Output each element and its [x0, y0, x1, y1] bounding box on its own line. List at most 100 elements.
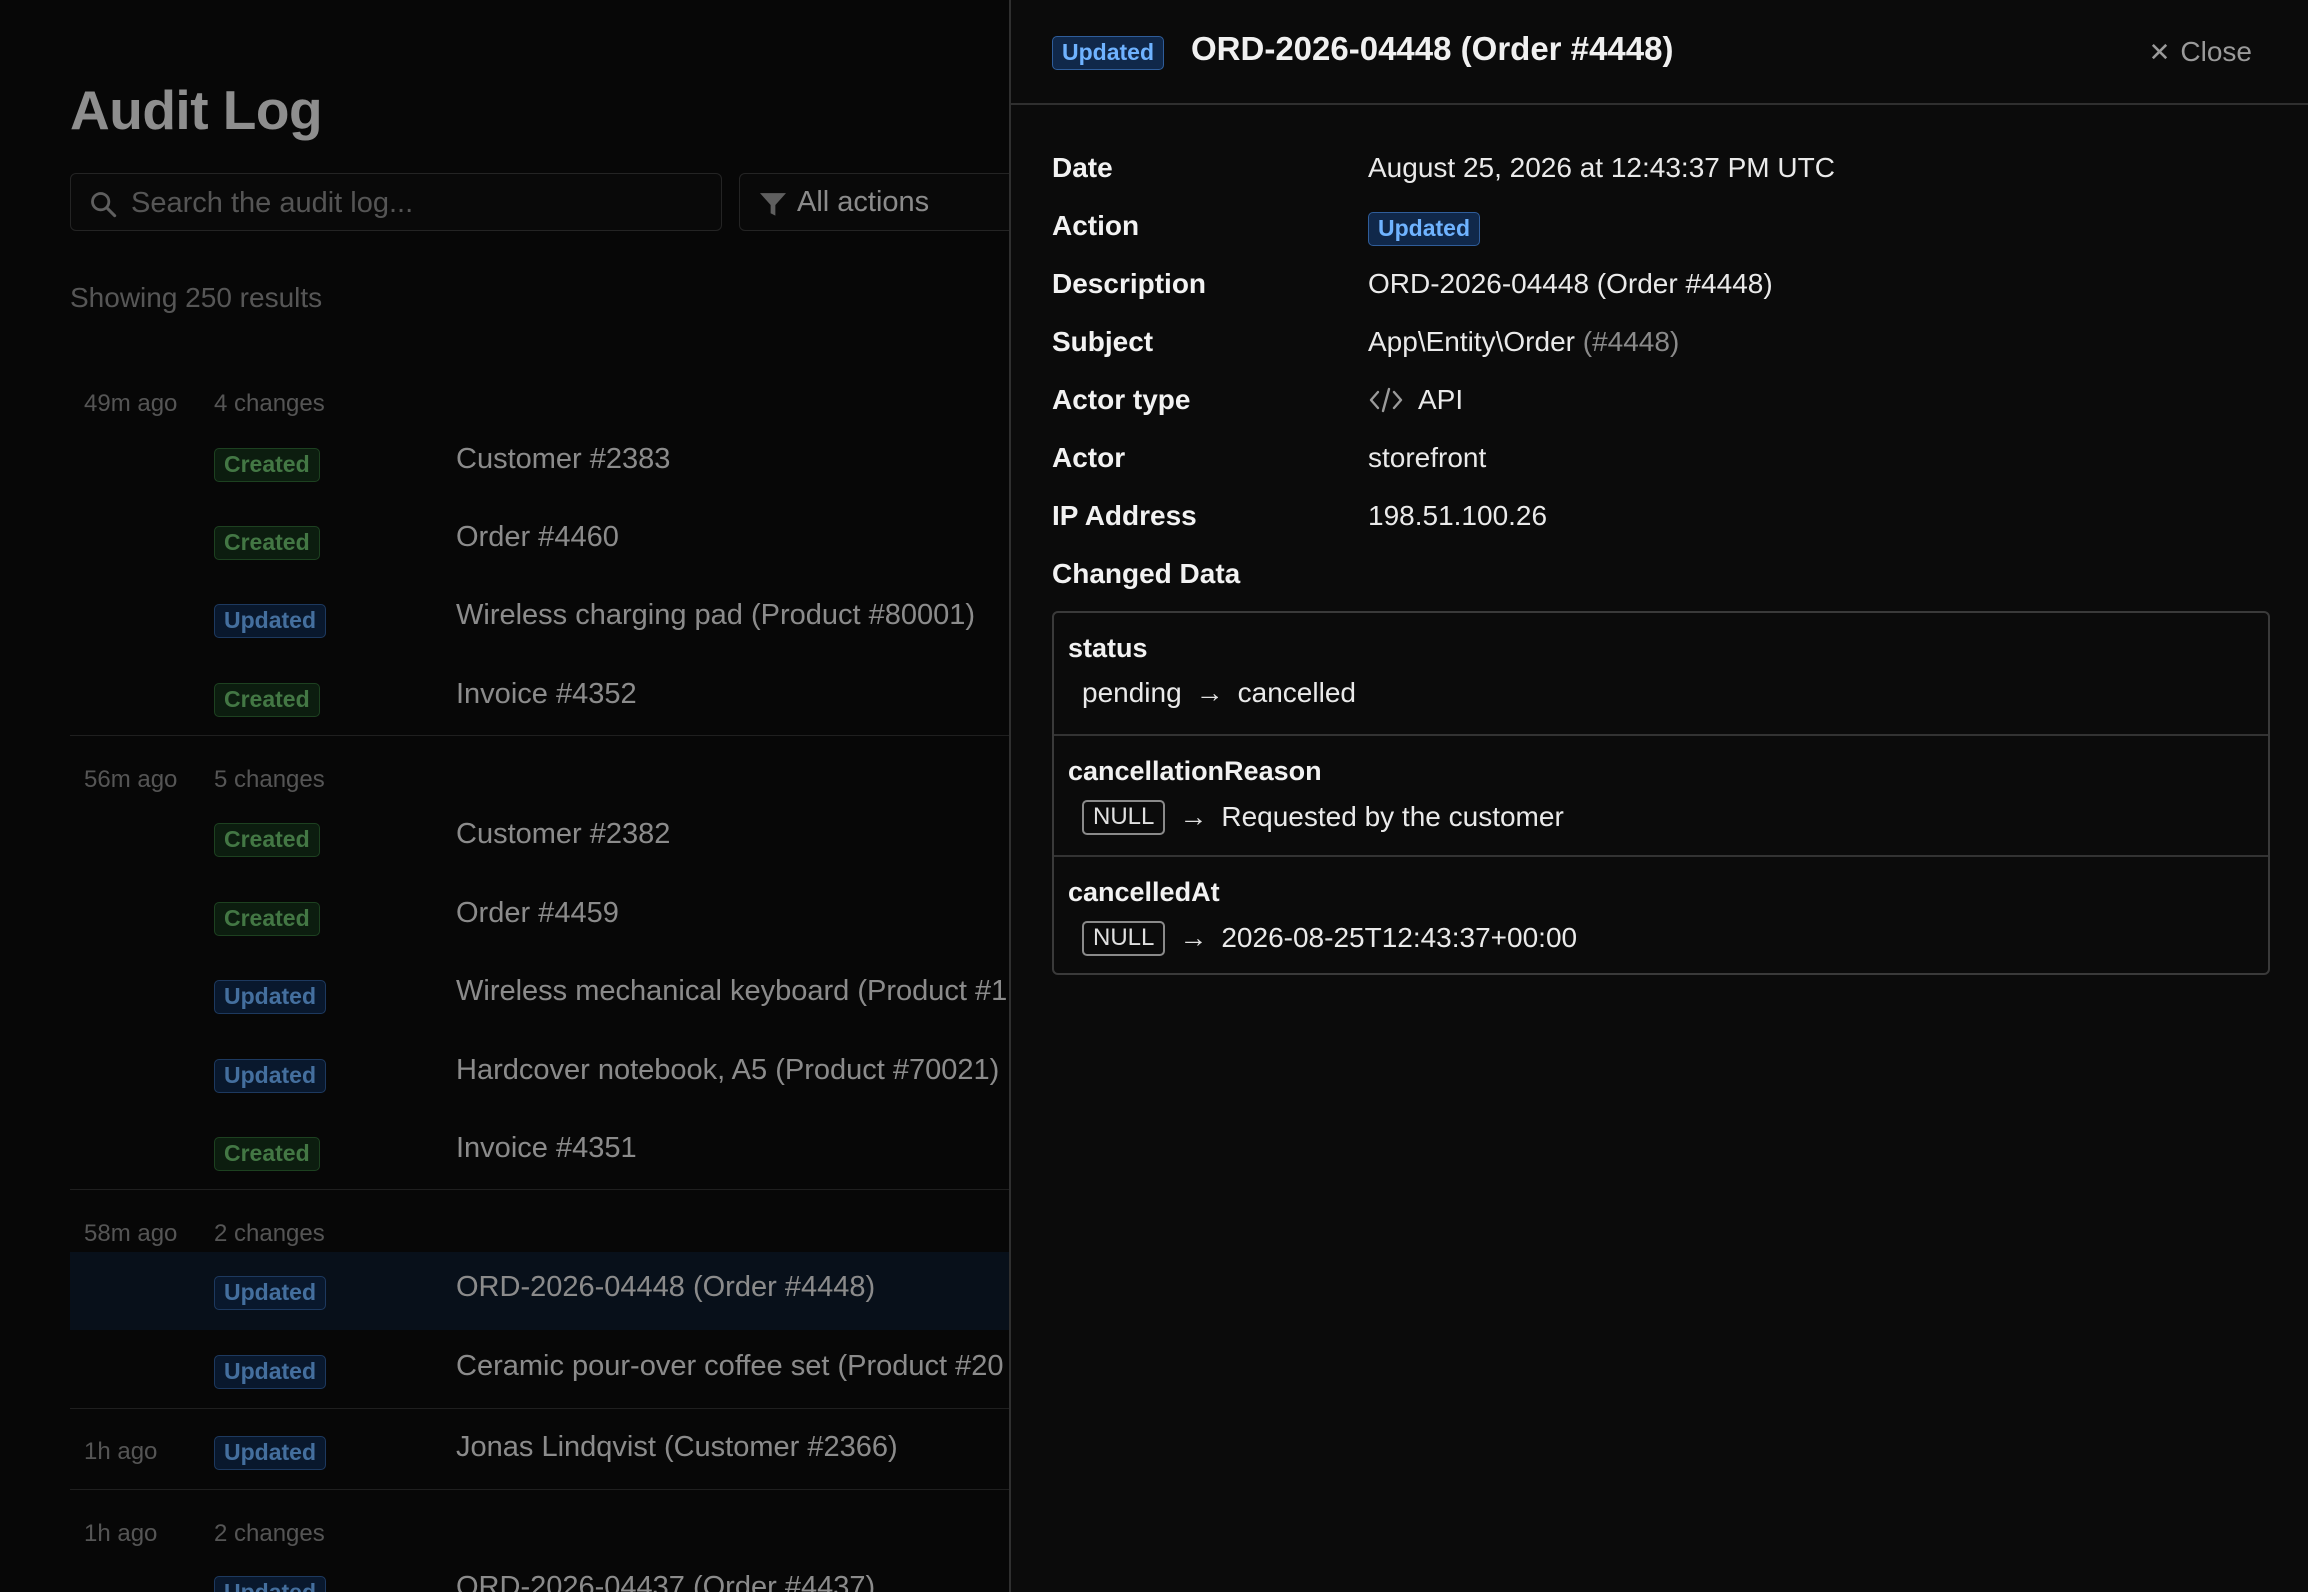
group-time: 1h ago — [84, 1520, 158, 1547]
subject-class: App\Entity\Order — [1368, 326, 1575, 357]
audit-row[interactable]: Updated ORD-2026-04437 (Order #4437) — [70, 1552, 1010, 1592]
audit-row[interactable]: Created Order #4460 — [70, 502, 1010, 580]
action-badge: Created — [214, 683, 320, 718]
group-divider — [70, 1408, 1010, 1409]
audit-description: Wireless charging pad (Product #80001) — [456, 599, 976, 631]
action-badge: Updated — [214, 1436, 326, 1471]
change-from: pending — [1082, 677, 1182, 708]
audit-description: Invoice #4351 — [456, 1132, 637, 1164]
action-badge: Updated — [1368, 212, 1480, 247]
audit-description: Customer #2383 — [456, 443, 671, 475]
search-field[interactable] — [70, 173, 722, 232]
ip-value: 198.51.100.26 — [1368, 500, 1548, 531]
change-to: Requested by the customer — [1221, 801, 1564, 833]
action-badge: Updated — [214, 1059, 326, 1094]
actor-label: Actor — [1052, 442, 1126, 473]
null-badge: NULL — [1082, 921, 1166, 956]
change-values: NULL → 2026-08-25T12:43:37+00:00 — [1082, 921, 1577, 956]
panel-header: Updated ORD-2026-04448 (Order #4448) ✕ Cl… — [1011, 0, 2308, 105]
audit-description: Wireless mechanical keyboard (Product #1 — [456, 975, 1008, 1007]
action-badge: Updated — [214, 604, 326, 639]
close-button[interactable]: ✕ Close — [2149, 36, 2252, 68]
page-title: Audit Log — [70, 79, 323, 141]
audit-row[interactable]: Created Invoice #4351 — [70, 1113, 1010, 1191]
actor-type-text: API — [1418, 384, 1464, 415]
arrow-right-icon: → — [1179, 801, 1208, 833]
description-value: ORD-2026-04448 (Order #4448) — [1368, 268, 1773, 299]
description-label: Description — [1052, 268, 1207, 299]
filter-icon — [760, 193, 786, 216]
actor-type-label: Actor type — [1052, 384, 1191, 415]
panel-action-badge: Updated — [1052, 36, 1164, 71]
subject-id: (#4448) — [1582, 326, 1680, 357]
results-count: Showing 250 results — [70, 282, 323, 313]
group-divider — [70, 1189, 1010, 1190]
action-badge: Updated — [214, 1276, 326, 1311]
audit-row[interactable]: Updated Hardcover notebook, A5 (Product … — [70, 1035, 1010, 1113]
search-input[interactable] — [129, 174, 713, 232]
audit-description: Customer #2382 — [456, 818, 671, 850]
audit-description: Invoice #4352 — [456, 678, 637, 710]
subject-value: App\Entity\Order (#4448) — [1368, 326, 1679, 358]
change-values: NULL → Requested by the customer — [1082, 800, 1564, 835]
action-badge: Updated — [214, 1576, 326, 1592]
audit-description: Ceramic pour-over coffee set (Product #2… — [456, 1350, 1004, 1382]
action-label: Action — [1052, 210, 1140, 241]
close-icon: ✕ — [2148, 37, 2171, 67]
action-badge: Created — [214, 526, 320, 561]
row-time: 1h ago — [84, 1438, 158, 1465]
change-key: status — [1068, 633, 1148, 663]
date-value: August 25, 2026 at 12:43:37 PM UTC — [1368, 152, 1835, 183]
changed-data-box: status pending → cancelled cancellationR… — [1052, 611, 2270, 975]
audit-row[interactable]: Created Customer #2383 — [70, 424, 1010, 502]
group-change-count: 5 changes — [214, 766, 325, 793]
arrow-right-icon: → — [1195, 677, 1224, 708]
date-label: Date — [1052, 152, 1113, 183]
group-change-count: 2 changes — [214, 1220, 325, 1247]
change-entry: cancellationReason NULL → Requested by t… — [1054, 734, 2268, 857]
change-to: 2026-08-25T12:43:37+00:00 — [1221, 922, 1578, 954]
audit-row[interactable]: Created Customer #2382 — [70, 799, 1010, 877]
ip-label: IP Address — [1052, 500, 1197, 531]
change-key: cancelledAt — [1068, 877, 1220, 907]
audit-row[interactable]: Created Order #4459 — [70, 878, 1010, 956]
change-entry: cancelledAt NULL → 2026-08-25T12:43:37+0… — [1054, 855, 2268, 973]
change-key: cancellationReason — [1068, 756, 1322, 786]
audit-description: ORD-2026-04448 (Order #4448) — [456, 1271, 876, 1303]
action-badge: Updated — [214, 980, 326, 1015]
code-icon — [1369, 387, 1403, 413]
action-filter-select[interactable]: All actions — [739, 173, 1010, 231]
audit-row[interactable]: Created Invoice #4352 — [70, 659, 1010, 737]
change-entry: status pending → cancelled — [1054, 613, 2268, 734]
search-icon — [91, 192, 117, 218]
group-change-count: 4 changes — [214, 390, 325, 417]
audit-row-selected[interactable]: Updated ORD-2026-04448 (Order #4448) — [70, 1252, 1010, 1330]
action-badge: Updated — [214, 1355, 326, 1390]
detail-panel: Updated ORD-2026-04448 (Order #4448) ✕ Cl… — [1009, 0, 2308, 1592]
audit-log-main: Audit Log All actions Showing 250 result… — [0, 0, 1010, 1592]
actor-value: storefront — [1368, 442, 1487, 473]
panel-title: ORD-2026-04448 (Order #4448) — [1191, 30, 1674, 67]
action-badge: Created — [214, 823, 320, 858]
audit-row[interactable]: 1h ago Updated Jonas Lindqvist (Customer… — [70, 1412, 1010, 1490]
actor-type-value: API — [1368, 384, 1463, 416]
change-to: cancelled — [1237, 677, 1356, 708]
audit-description: Order #4460 — [456, 521, 619, 553]
close-label: Close — [2180, 36, 2252, 67]
changed-data-label: Changed Data — [1052, 558, 1241, 589]
change-values: pending → cancelled — [1082, 677, 1356, 709]
audit-row[interactable]: Updated Ceramic pour-over coffee set (Pr… — [70, 1331, 1010, 1409]
null-badge: NULL — [1082, 800, 1166, 835]
audit-description: Jonas Lindqvist (Customer #2366) — [456, 1431, 898, 1463]
group-time: 49m ago — [84, 390, 178, 417]
audit-description: Order #4459 — [456, 897, 619, 929]
audit-row[interactable]: Updated Wireless mechanical keyboard (Pr… — [70, 956, 1010, 1034]
audit-description: ORD-2026-04437 (Order #4437) — [456, 1571, 876, 1592]
audit-row[interactable]: Updated Wireless charging pad (Product #… — [70, 580, 1010, 658]
action-badge: Created — [214, 1137, 320, 1172]
group-time: 56m ago — [84, 766, 178, 793]
group-divider — [70, 1489, 1010, 1490]
action-badge: Created — [214, 448, 320, 483]
action-badge: Created — [214, 902, 320, 937]
group-divider — [70, 735, 1010, 736]
